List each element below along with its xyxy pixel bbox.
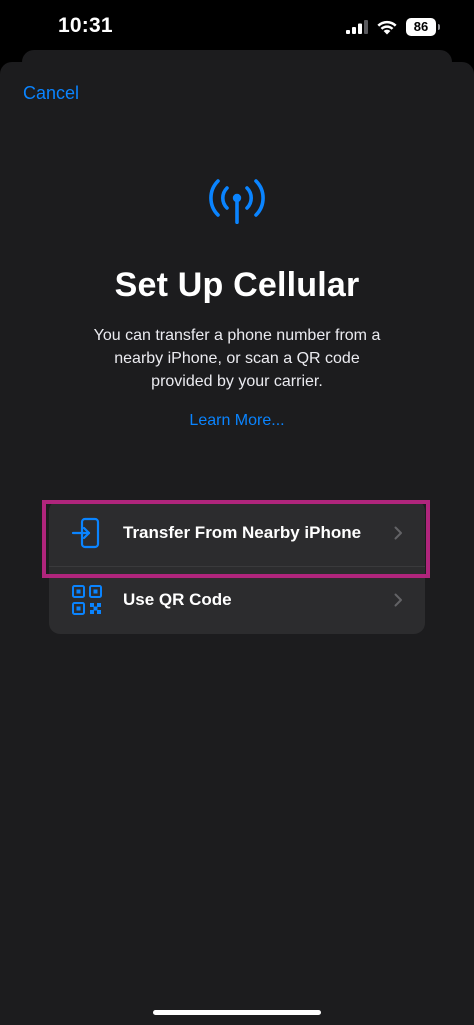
setup-cellular-sheet: Cancel Set Up Cellular You can transfer …: [0, 62, 474, 1025]
home-indicator[interactable]: [153, 1010, 321, 1015]
transfer-option-label: Transfer From Nearby iPhone: [123, 523, 362, 542]
page-title: Set Up Cellular: [114, 266, 360, 304]
learn-more-link[interactable]: Learn More...: [0, 412, 474, 430]
transfer-from-nearby-iphone-row[interactable]: Transfer From Nearby iPhone: [49, 500, 425, 566]
battery-level: 86: [413, 19, 429, 34]
screen: 10:31 86 Cancel Set Up Cellular You can …: [0, 0, 474, 1025]
qr-code-option-label: Use QR Code: [123, 590, 232, 609]
status-bar: 10:31 86: [0, 0, 474, 56]
signal-bars-icon: [346, 20, 368, 34]
page-subtitle: You can transfer a phone number from a n…: [93, 327, 381, 390]
wifi-icon: [377, 20, 397, 35]
status-time: 10:31: [58, 14, 113, 37]
use-qr-code-row[interactable]: Use QR Code: [49, 566, 425, 633]
battery-cap: [438, 24, 440, 30]
chevron-right-icon: [394, 526, 402, 540]
battery-icon: 86: [406, 18, 440, 36]
setup-options-list: Transfer From Nearby iPhone Use QR Code: [49, 500, 425, 634]
qr-code-icon: [72, 585, 102, 615]
status-icons: 86: [346, 18, 440, 36]
chevron-right-icon: [394, 593, 402, 607]
cancel-button[interactable]: Cancel: [23, 83, 79, 104]
transfer-phone-icon: [71, 517, 100, 549]
cellular-antenna-icon: [209, 179, 265, 224]
